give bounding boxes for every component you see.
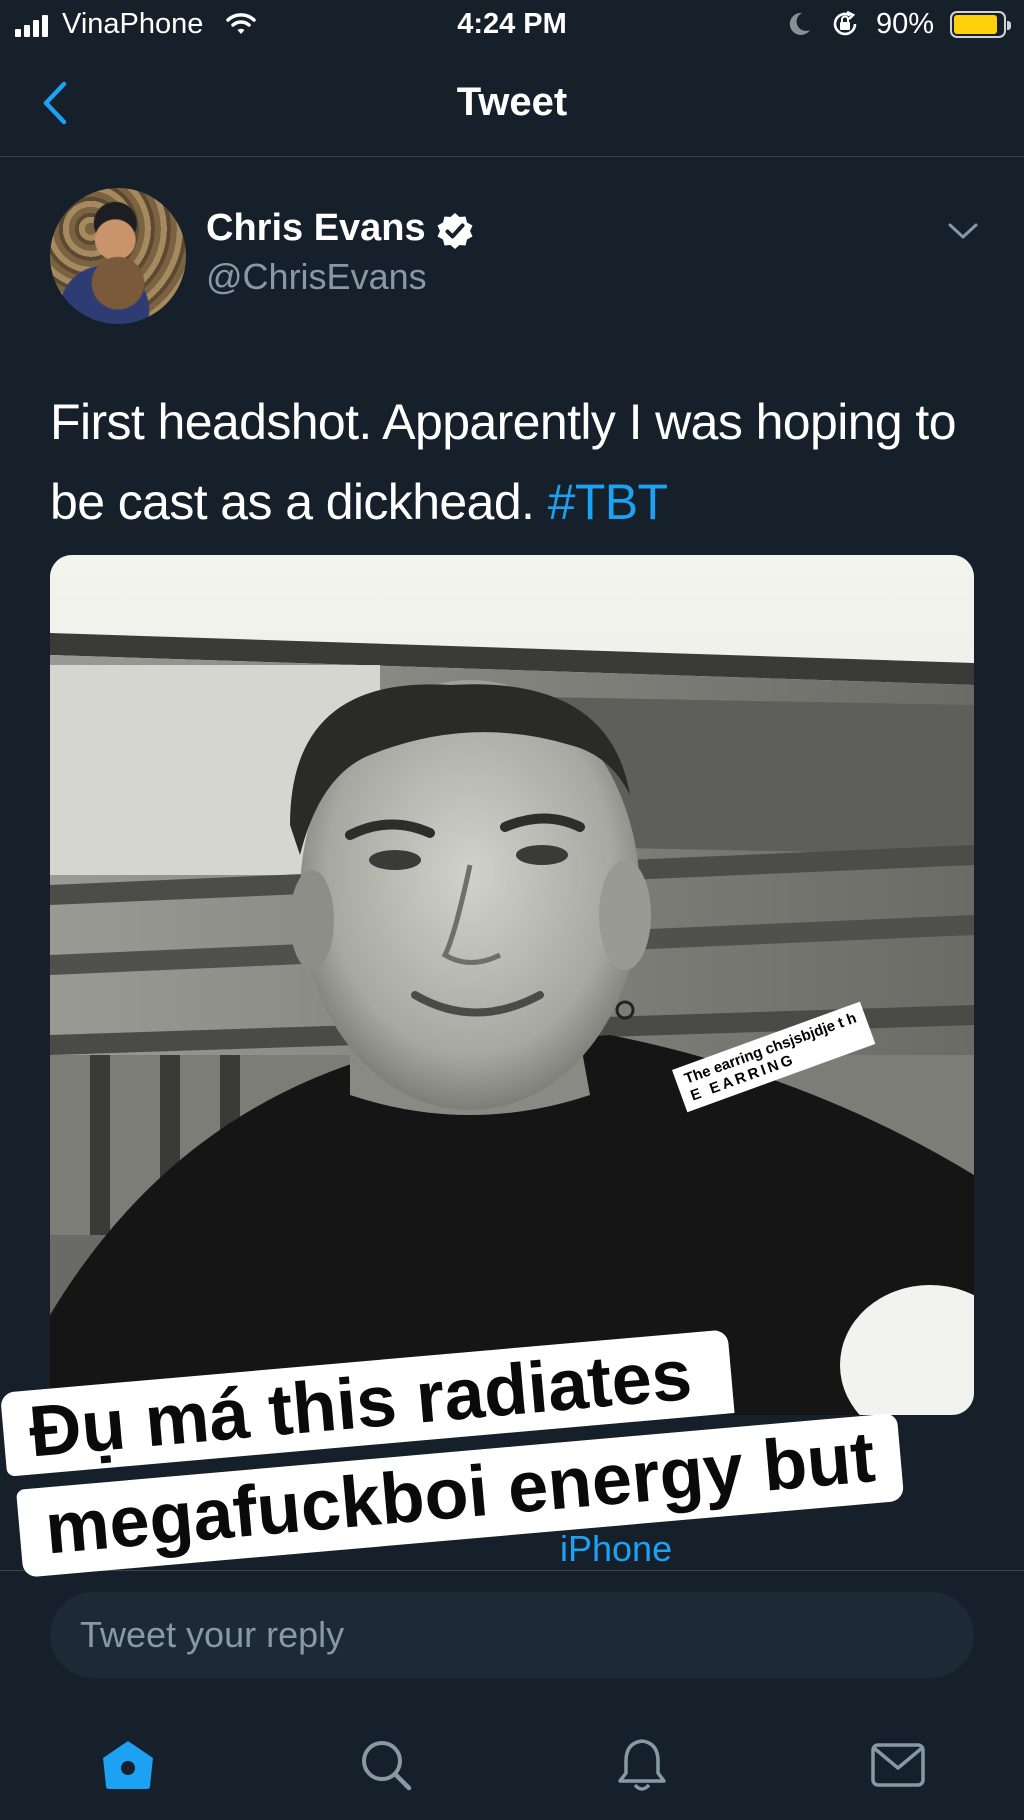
status-bar: VinaPhone 4:24 PM 90%	[0, 0, 1024, 50]
notifications-icon	[618, 1739, 666, 1791]
orientation-lock-icon	[830, 9, 860, 44]
moon-icon	[788, 11, 812, 42]
tweet-text: First headshot. Apparently I was hoping …	[50, 382, 980, 542]
home-icon	[103, 1741, 153, 1789]
source-link[interactable]: iPhone	[560, 1528, 672, 1570]
battery-percent: 90%	[876, 8, 935, 40]
nav-bar: Tweet	[0, 60, 1024, 157]
author-avatar[interactable]	[50, 188, 186, 324]
page-title: Tweet	[456, 80, 568, 124]
verified-badge-icon	[436, 212, 474, 255]
divider	[0, 1570, 1024, 1571]
tab-messages[interactable]	[868, 1735, 928, 1795]
author-name[interactable]: Chris Evans	[206, 207, 426, 250]
status-time: 4:24 PM	[457, 8, 567, 40]
search-icon	[362, 1741, 412, 1791]
caption-line-2: megafuckboi energy but	[16, 1412, 905, 1578]
tab-home[interactable]	[98, 1735, 158, 1795]
tab-notifications[interactable]	[612, 1735, 672, 1795]
tab-search[interactable]	[356, 1735, 416, 1795]
tweet-screen: VinaPhone 4:24 PM 90% Tweet Chris Evans …	[0, 0, 1024, 1820]
tweet-body: First headshot. Apparently I was hoping …	[50, 394, 957, 530]
tweet-photo[interactable]	[50, 555, 974, 1415]
tab-bar	[0, 1705, 1024, 1820]
battery-icon	[950, 11, 1011, 38]
hashtag-link[interactable]: #TBT	[548, 474, 668, 530]
chevron-down-icon[interactable]	[946, 220, 980, 247]
reply-input[interactable]	[50, 1592, 974, 1678]
author-handle[interactable]: @ChrisEvans	[206, 256, 427, 298]
messages-icon	[871, 1743, 925, 1787]
